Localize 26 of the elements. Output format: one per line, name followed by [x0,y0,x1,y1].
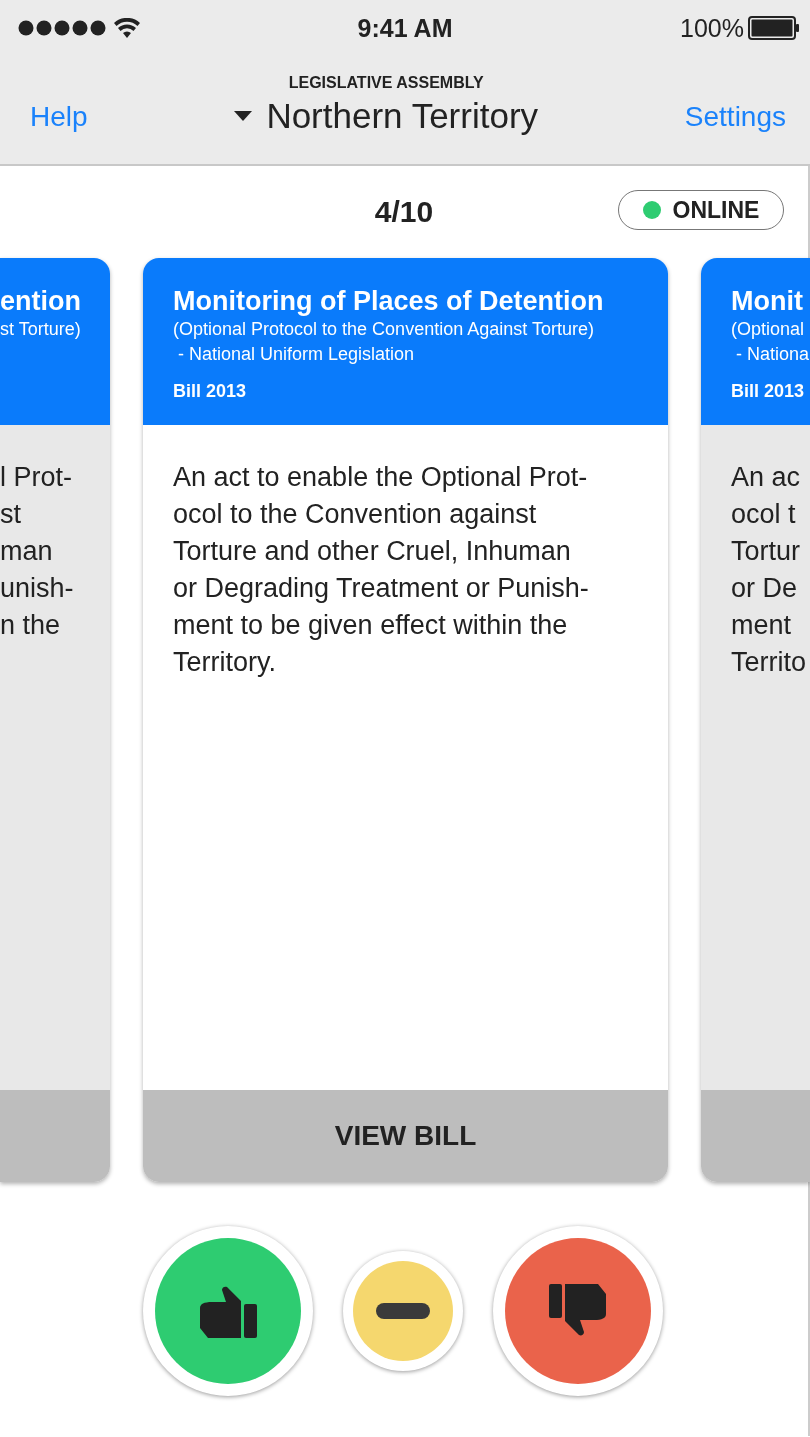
bill-title: ention [0,286,81,317]
bill-description: l Prot- st man unish- n the [0,461,75,642]
minus-icon [376,1303,430,1319]
status-time: 9:41 AM [357,13,453,43]
bill-year: Bill 2013 [731,381,805,402]
bill-subtitle: (Optional - Nationa [731,318,810,366]
bill-description: An ac ocol t Tortur or De ment Territo [730,461,807,679]
signal-icon [18,20,106,36]
thumbs-up-icon [198,1284,258,1338]
bill-year: Bill 2013 [173,381,247,402]
page-counter: 4/10 [374,195,434,229]
bill-subtitle: (Optional Protocol to the Convention Against Torture) - National Uniform Legislation [173,318,594,366]
view-bill-button[interactable]: VIEW BILL [143,1090,668,1182]
bill-description: An act to enable the Optional Prot- ocol to the Convention against Torture and other Cruel, Inhuman or Degrading Treatment or Punish- ment to be given effect within the Territory. [172,461,590,679]
caret-icon [234,111,253,121]
wifi-icon [114,18,140,38]
assembly-label: LEGISLATIVE ASSEMBLY [288,74,484,92]
thumbs-down-icon [548,1284,608,1338]
battery-percent: 100% [680,13,744,43]
abstain-button[interactable] [343,1251,463,1371]
bill-title: Monit [731,286,803,317]
region-dropdown[interactable]: Northern Territory [234,96,539,136]
battery-icon [748,16,800,40]
status-dot [642,201,661,219]
bill-subtitle: st Torture) [0,318,81,341]
bill-title: Monitoring of Places of Detention [173,286,604,317]
